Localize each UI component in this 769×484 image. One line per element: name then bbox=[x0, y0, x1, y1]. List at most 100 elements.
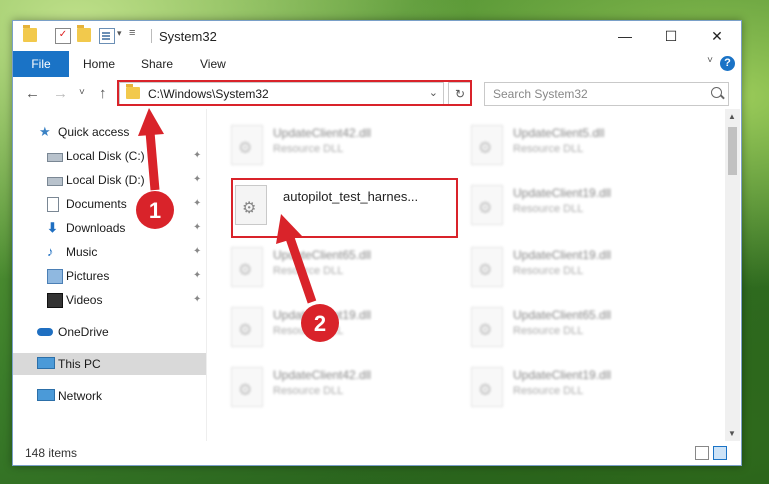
back-arrow-icon[interactable]: ← bbox=[25, 85, 40, 102]
sidebar-item-label: OneDrive bbox=[58, 325, 109, 339]
details-view-icon[interactable] bbox=[695, 446, 709, 460]
file-type: Resource DLL bbox=[273, 143, 344, 155]
search-input[interactable]: Search System32 bbox=[484, 82, 729, 106]
computer-icon bbox=[37, 357, 55, 369]
sidebar-item-music[interactable]: ♪ Music ✦ bbox=[13, 241, 206, 263]
pin-icon: ✦ bbox=[193, 270, 202, 281]
sidebar-item-label: Quick access bbox=[58, 125, 130, 139]
close-button[interactable]: ✕ bbox=[694, 21, 740, 51]
window-title: System32 bbox=[159, 29, 217, 44]
view-options-icon[interactable] bbox=[99, 28, 115, 44]
title-bar: ✓ ▾ ≡ System32 — ☐ ✕ bbox=[13, 21, 741, 51]
sidebar-item-downloads[interactable]: ⬇ Downloads ✦ bbox=[13, 217, 206, 239]
file-name: UpdateClient19.dll bbox=[513, 248, 612, 262]
item-count: 148 items bbox=[25, 446, 78, 460]
file-type: Resource DLL bbox=[273, 385, 344, 397]
list-item-autopilot[interactable]: autopilot_test_harnes... bbox=[235, 181, 465, 233]
file-name: UpdateClient19.dll bbox=[273, 308, 372, 322]
sidebar-item-this-pc[interactable]: This PC bbox=[13, 353, 206, 375]
recent-locations-icon[interactable]: ˅ bbox=[79, 87, 85, 98]
tab-home[interactable]: Home bbox=[83, 51, 115, 77]
sidebar-item-pictures[interactable]: Pictures ✦ bbox=[13, 265, 206, 287]
videos-icon bbox=[47, 293, 63, 308]
sidebar-item-local-disk-d[interactable]: Local Disk (D:) ✦ bbox=[13, 169, 206, 191]
refresh-button[interactable]: ↻ bbox=[448, 82, 472, 106]
documents-icon bbox=[47, 197, 59, 212]
drive-icon bbox=[47, 153, 63, 162]
new-folder-icon[interactable] bbox=[77, 25, 91, 42]
sidebar-item-label: Pictures bbox=[66, 269, 110, 283]
sidebar-item-label: Documents bbox=[66, 197, 127, 211]
tiles-view-icon[interactable] bbox=[713, 446, 727, 460]
file-type: Resource DLL bbox=[513, 265, 584, 277]
list-item[interactable]: UpdateClient19.dll Resource DLL bbox=[471, 243, 701, 295]
sidebar-item-label: Local Disk (D:) bbox=[66, 173, 145, 187]
list-item[interactable]: UpdateClient42.dll Resource DLL bbox=[231, 121, 461, 173]
sidebar-item-documents[interactable]: Documents ✦ bbox=[13, 193, 206, 215]
sidebar-item-quick-access[interactable]: ★ Quick access bbox=[13, 121, 206, 143]
list-item[interactable]: UpdateClient19.dll Resource DLL bbox=[471, 363, 701, 415]
properties-check-icon[interactable]: ✓ bbox=[55, 28, 71, 44]
drive-icon bbox=[47, 177, 63, 186]
tab-share[interactable]: Share bbox=[141, 51, 173, 77]
scroll-down-icon[interactable]: ▼ bbox=[728, 429, 736, 438]
pin-icon: ✦ bbox=[193, 198, 202, 209]
search-icon bbox=[711, 87, 722, 98]
vertical-scrollbar[interactable]: ▲ ▼ bbox=[725, 109, 740, 441]
pin-icon: ✦ bbox=[193, 222, 202, 233]
tab-file[interactable]: File bbox=[13, 51, 69, 77]
maximize-button[interactable]: ☐ bbox=[648, 21, 694, 51]
file-name: UpdateClient5.dll bbox=[513, 126, 605, 140]
sidebar-item-network[interactable]: Network bbox=[13, 385, 206, 407]
network-icon bbox=[37, 389, 55, 401]
list-item[interactable]: UpdateClient19.dll Resource DLL bbox=[471, 181, 701, 233]
expand-ribbon-icon[interactable]: ˅ bbox=[707, 55, 713, 66]
forward-arrow-icon[interactable]: → bbox=[53, 85, 68, 102]
pin-icon: ✦ bbox=[193, 150, 202, 161]
customize-toolbar-icon[interactable]: ≡ bbox=[129, 27, 135, 39]
help-icon[interactable]: ? bbox=[720, 56, 735, 71]
list-item[interactable]: UpdateClient19.dll Resource DLL bbox=[231, 303, 461, 355]
file-type: Resource DLL bbox=[513, 385, 584, 397]
sidebar-item-label: Downloads bbox=[66, 221, 126, 235]
pin-icon: ✦ bbox=[193, 174, 202, 185]
dll-file-icon bbox=[471, 247, 503, 287]
list-item[interactable]: UpdateClient65.dll Resource DLL bbox=[471, 303, 701, 355]
downloads-icon: ⬇ bbox=[47, 220, 58, 235]
onedrive-cloud-icon bbox=[37, 328, 53, 336]
file-type: Resource DLL bbox=[273, 265, 344, 277]
sidebar-item-local-disk-c[interactable]: Local Disk (C:) ✦ bbox=[13, 145, 206, 167]
file-type: Resource DLL bbox=[513, 325, 584, 337]
list-item[interactable]: UpdateClient42.dll Resource DLL bbox=[231, 363, 461, 415]
file-list: UpdateClient42.dll Resource DLL autopilo… bbox=[207, 109, 725, 441]
pin-icon: ✦ bbox=[193, 294, 202, 305]
dll-file-icon bbox=[231, 125, 263, 165]
list-item[interactable]: UpdateClient5.dll Resource DLL bbox=[471, 121, 701, 173]
status-bar: 148 items bbox=[13, 441, 741, 465]
file-name: UpdateClient19.dll bbox=[513, 368, 612, 382]
sidebar-item-label: Network bbox=[58, 389, 103, 403]
file-name: UpdateClient42.dll bbox=[273, 126, 372, 140]
search-placeholder: Search System32 bbox=[493, 87, 588, 101]
list-item[interactable]: UpdateClient65.dll Resource DLL bbox=[231, 243, 461, 295]
sidebar-item-label: This PC bbox=[58, 357, 101, 371]
navigation-pane: ★ Quick access Local Disk (C:) ✦ Local D… bbox=[13, 109, 206, 441]
tab-view[interactable]: View bbox=[200, 51, 226, 77]
scroll-up-icon[interactable]: ▲ bbox=[728, 112, 736, 121]
address-field[interactable]: C:\Windows\System32 ⌄ bbox=[119, 82, 444, 106]
dll-file-icon bbox=[471, 307, 503, 347]
up-arrow-icon[interactable]: ↑ bbox=[99, 85, 107, 102]
title-separator bbox=[151, 29, 152, 43]
address-dropdown-icon[interactable]: ⌄ bbox=[429, 86, 438, 99]
navigation-bar: ← → ˅ ↑ C:\Windows\System32 ⌄ ↻ Search S… bbox=[13, 77, 741, 109]
file-name: autopilot_test_harnes... bbox=[283, 189, 419, 204]
chevron-down-icon[interactable]: ▾ bbox=[117, 28, 122, 39]
music-icon: ♪ bbox=[47, 244, 54, 259]
sidebar-item-onedrive[interactable]: OneDrive bbox=[13, 321, 206, 343]
sidebar-item-videos[interactable]: Videos ✦ bbox=[13, 289, 206, 311]
scroll-thumb[interactable] bbox=[728, 127, 737, 175]
dll-file-icon bbox=[231, 367, 263, 407]
ribbon-bar: File Home Share View ˅ ? bbox=[13, 51, 741, 78]
star-icon: ★ bbox=[39, 124, 51, 139]
minimize-button[interactable]: — bbox=[602, 21, 648, 51]
